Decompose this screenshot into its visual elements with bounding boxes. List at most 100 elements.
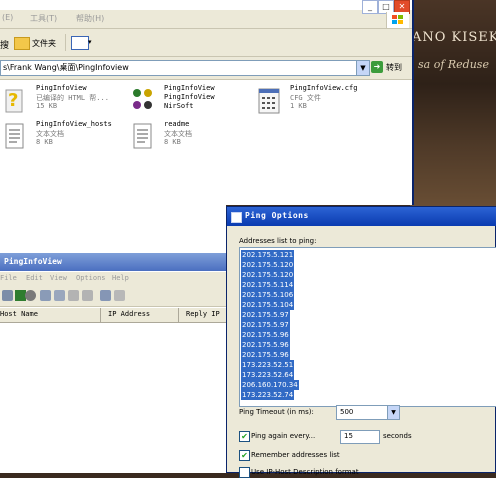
address-line: 202.175.5.96 [241,340,290,350]
ping-again-checkbox[interactable]: ✔ [239,431,250,442]
address-line: 202.175.5.97 [241,310,290,320]
stop-icon[interactable] [25,290,36,301]
menu-file[interactable]: File [0,274,17,282]
address-dropdown-icon[interactable]: ▼ [356,61,369,75]
address-line: 202.175.5.96 [241,330,290,340]
address-line: 202.175.5.97 [241,320,290,330]
address-text: s\Frank Wang\桌面\PingInfoview [3,63,129,72]
ping-again-input[interactable]: 15 [340,430,380,444]
column-host-name[interactable]: Host Name [0,310,38,318]
pinginfoview-menubar: File Edit View Options Help [0,272,232,286]
remember-addresses-label: Remember addresses list [251,451,340,459]
file-size: 15 KB [36,102,58,110]
pinginfoview-titlebar: PingInfoView [0,253,232,271]
toolbar-search-fragment: 搜 [0,41,10,51]
timeout-value: 500 [340,408,354,416]
results-table-header: Host Name IP Address Reply IP [0,308,232,323]
file-name: PingInfoView_hosts [36,120,112,128]
address-line: 202.175.5.106 [241,290,295,300]
report-icon[interactable] [100,290,111,301]
go-arrow-icon: ➜ [371,61,383,73]
menu-view[interactable]: View [50,274,67,282]
cfg-file-icon [256,84,282,116]
ping-again-label: Ping again every... [251,432,316,440]
help-file-icon: ? [2,84,28,116]
file-item[interactable]: PingInfoView PingInfoView NirSoft [130,84,250,120]
menu-help[interactable]: 帮助(H) [76,13,104,24]
chevron-down-icon[interactable]: ▾ [88,38,92,46]
windows-logo-icon [386,12,409,28]
menu-help[interactable]: Help [112,274,129,282]
toolbar-divider [65,34,66,51]
folders-button[interactable]: 文件夹 [32,38,56,49]
file-description: PingInfoView [164,93,215,101]
properties-icon[interactable] [68,290,79,301]
app-icon [130,84,156,116]
address-line: 173.223.52.51 [241,360,295,370]
remember-addresses-checkbox[interactable]: ✔ [239,450,250,461]
dialog-app-icon [231,212,242,223]
explorer-window: (E) 工具(T) 帮助(H) _ □ ✕ 搜 文件夹 ▾ s\Frank Wa… [0,0,414,205]
addresses-label: Addresses list to ping: [239,237,317,245]
exit-icon[interactable] [114,290,125,301]
save-icon[interactable] [40,290,51,301]
address-line: 202.175.5.96 [241,350,290,360]
text-file-icon [130,120,156,152]
refresh-icon[interactable] [82,290,93,301]
menu-edit[interactable]: Edit [26,274,43,282]
explorer-title-buttons: _ □ ✕ [362,0,410,14]
menu-tools[interactable]: 工具(T) [30,13,57,24]
timeout-label: Ping Timeout (in ms): [239,408,314,416]
use-ip-host-label: Use IP-Host Description format [251,468,359,476]
timeout-select[interactable]: 500 ▼ [336,405,400,420]
pinginfoview-window: PingInfoView File Edit View Options Help… [0,253,232,473]
menu-options[interactable]: Options [76,274,106,282]
file-item[interactable]: ? PingInfoView 已编译的 HTML 帮... 15 KB [2,84,122,120]
chevron-down-icon[interactable]: ▼ [387,406,399,419]
file-company: NirSoft [164,102,194,110]
minimize-button[interactable]: _ [362,0,378,14]
desktop-gap [0,205,226,253]
file-name: PingInfoView.cfg [290,84,358,92]
address-bar: s\Frank Wang\桌面\PingInfoview ▼ ➜ 转到 [0,57,412,80]
go-label: 转到 [386,63,402,72]
address-line: 202.175.5.120 [241,270,295,280]
views-icon[interactable] [71,36,89,50]
copy-icon[interactable] [54,290,65,301]
file-item[interactable]: PingInfoView.cfg CFG 文件 1 KB [256,84,376,120]
seconds-label: seconds [383,432,412,440]
explorer-toolbar: 搜 文件夹 ▾ [0,29,412,57]
address-line: 202.175.5.120 [241,260,295,270]
file-name: PingInfoView [164,84,215,92]
file-item[interactable]: readme 文本文档 8 KB [130,120,250,156]
svg-text:?: ? [8,90,18,111]
address-input[interactable]: s\Frank Wang\桌面\PingInfoview ▼ [0,60,370,76]
ping-options-dialog: Ping Options Addresses list to ping: 202… [226,206,496,478]
folder-icon [14,37,30,50]
ping-again-value: 15 [344,432,353,440]
column-divider[interactable] [178,308,179,322]
options-icon[interactable] [2,290,13,301]
address-line: 173.223.52.64 [241,370,295,380]
column-divider[interactable] [100,308,101,322]
dialog-titlebar: Ping Options [227,207,496,226]
address-line: 202.175.5.114 [241,280,295,290]
dialog-title: Ping Options [245,211,309,220]
column-reply-ip[interactable]: Reply IP [186,310,220,318]
go-button[interactable]: ➜ 转到 [371,60,409,75]
column-ip-address[interactable]: IP Address [108,310,150,318]
addresses-textarea[interactable]: 202.175.5.121 202.175.5.120 202.175.5.12… [239,247,496,407]
file-size: 8 KB [36,138,53,146]
pinginfoview-toolbar [0,286,232,307]
file-item[interactable]: PingInfoView_hosts 文本文档 8 KB [2,120,122,156]
pinginfoview-title: PingInfoView [4,257,62,266]
address-line: 202.175.5.121 [241,250,295,260]
file-name: readme [164,120,190,128]
explorer-menubar: (E) 工具(T) 帮助(H) [0,10,412,29]
menu-edit[interactable]: (E) [2,13,13,22]
wallpaper-title: ANO KISEK [412,30,496,45]
address-line: 206.160.170.34 [241,380,299,390]
file-size: 8 KB [164,138,181,146]
wallpaper-subtitle: sa of Reduse [418,58,489,71]
address-line: 173.223.52.74 [241,390,295,400]
